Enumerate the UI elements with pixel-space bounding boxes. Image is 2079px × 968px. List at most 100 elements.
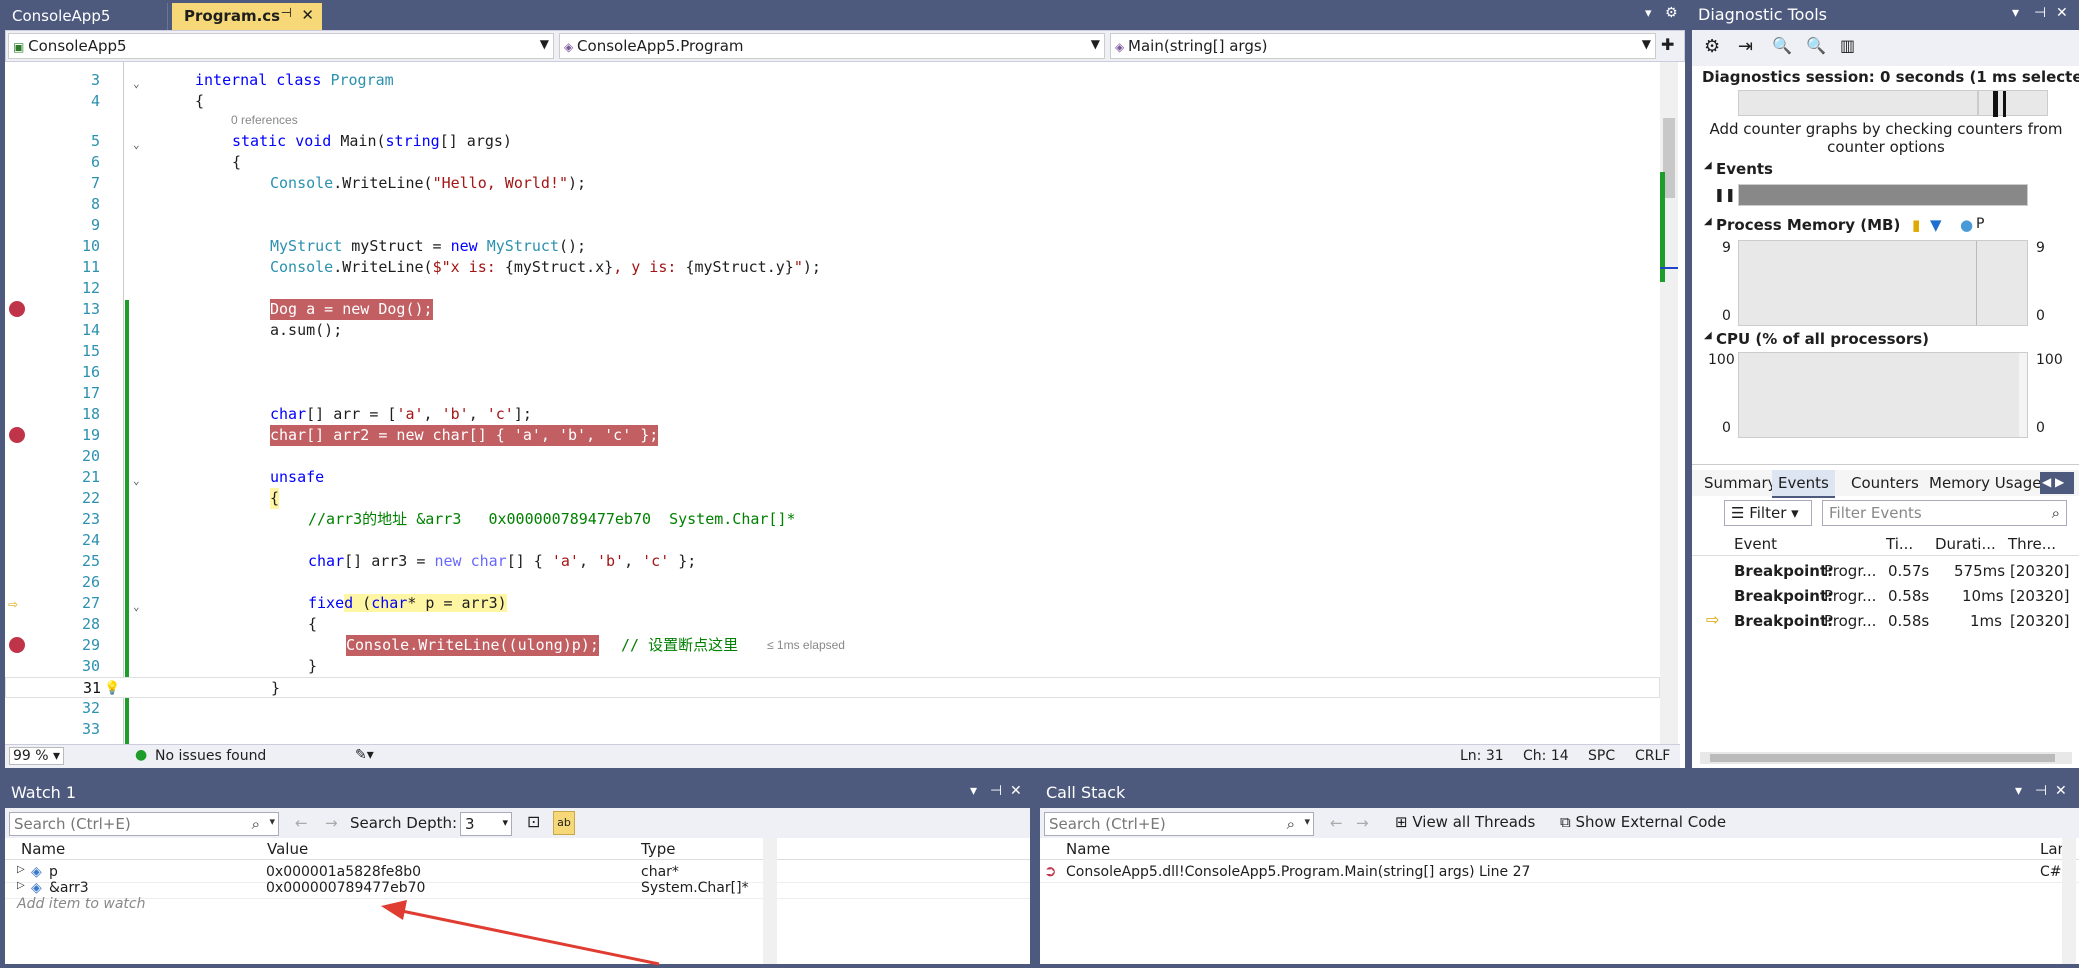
tab-events[interactable]: Events — [1772, 470, 1835, 498]
gear-icon[interactable]: ⚙ — [1665, 5, 1678, 21]
event-row[interactable]: ⇨ Breakpoint: Progr... 0.58s 1ms [20320] — [1692, 610, 2079, 632]
collapse-icon[interactable]: ◢ — [1704, 216, 1712, 227]
col-duration[interactable]: Durati... — [1935, 535, 1996, 553]
chevron-down-icon[interactable]: ▾ — [970, 783, 977, 799]
pin-watch-icon[interactable]: ⊡ — [527, 812, 540, 831]
annotation-arrow — [381, 900, 660, 966]
frame-name: ConsoleApp5.dll!ConsoleApp5.Program.Main… — [1066, 864, 1531, 880]
vertical-scrollbar[interactable] — [2062, 838, 2076, 964]
search-depth-dropdown[interactable]: 3 ▾ — [460, 812, 512, 836]
timeline-ruler[interactable]: 584ms — [1738, 90, 2020, 116]
whitespace-mode[interactable]: SPC — [1588, 748, 1615, 764]
pin-icon[interactable]: ⊣ — [281, 6, 292, 21]
tab-summary[interactable]: Summary — [1704, 474, 1777, 492]
col-time[interactable]: Ti... — [1886, 535, 1913, 553]
chart-icon[interactable]: ▥ — [1840, 36, 1855, 55]
collapse-icon[interactable]: ◢ — [1704, 330, 1712, 341]
watch-search-input[interactable]: Search (Ctrl+E) ⌕ ▾ — [9, 812, 279, 836]
chevron-down-icon[interactable]: ▾ — [2012, 5, 2019, 21]
back-arrow-icon[interactable]: ← — [295, 814, 308, 832]
vertical-scrollbar[interactable] — [763, 838, 777, 964]
events-track[interactable] — [1738, 184, 2028, 206]
event-name: Breakpoint: — [1734, 562, 1834, 580]
vertical-scrollbar[interactable] — [1660, 62, 1678, 744]
col-name[interactable]: Name — [1066, 840, 1110, 858]
callstack-search-input[interactable]: Search (Ctrl+E) ⌕ ▾ — [1044, 812, 1314, 836]
member-dropdown[interactable]: ◈ Main(string[] args) ▼ — [1110, 33, 1656, 59]
export-icon[interactable]: ⇥ — [1738, 36, 1753, 57]
code-line-current: 31 💡} — [5, 677, 1660, 698]
lightbulb-icon[interactable]: 💡 — [104, 678, 120, 699]
code-line: 3 ⌄ internal class Program — [90, 71, 394, 90]
close-icon[interactable]: ✕ — [301, 6, 314, 24]
counter-hint: Add counter graphs by checking counters … — [1709, 120, 2063, 156]
breakpoint-icon[interactable] — [9, 301, 25, 317]
col-thread[interactable]: Thre... — [2008, 535, 2056, 553]
view-all-threads-button[interactable]: ⊞ View all Threads — [1395, 813, 1535, 831]
tab-counters[interactable]: Counters — [1851, 474, 1919, 492]
collapse-icon[interactable]: ◢ — [1704, 160, 1712, 171]
horizontal-scrollbar[interactable] — [1700, 752, 2072, 764]
zoom-dropdown[interactable]: 99 % ▾ — [9, 747, 65, 765]
filter-button[interactable]: ☰ Filter ▾ — [1724, 500, 1812, 526]
code-line: 12 — [81, 279, 100, 297]
timeline-selection[interactable] — [1978, 90, 2048, 117]
codelens[interactable]: 0 references — [5, 110, 1660, 127]
memory-legend-label: P — [1976, 216, 1985, 232]
forward-arrow-icon[interactable]: → — [1356, 814, 1369, 832]
code-area[interactable]: 3 ⌄ internal class Program 4{ 0 references… — [5, 62, 1660, 744]
event-row[interactable]: Breakpoint: Progr... 0.58s 10ms [20320] — [1692, 585, 2079, 607]
callstack-row[interactable]: ➲ ConsoleApp5.dll!ConsoleApp5.Program.Mai… — [1040, 862, 2079, 883]
tab-program-cs[interactable]: Program.cs ⊣ ✕ — [172, 3, 322, 30]
private-bytes-legend-icon: ● — [1960, 216, 1974, 234]
tab-consoleapp5[interactable]: ConsoleApp5 — [0, 3, 168, 30]
type-dropdown[interactable]: ◈ ConsoleApp5.Program ▼ — [559, 33, 1105, 59]
col-type[interactable]: Type — [641, 840, 675, 858]
code-line: 6{ — [90, 153, 242, 171]
line-ending[interactable]: CRLF — [1635, 748, 1670, 764]
hex-display-icon[interactable]: ab — [553, 811, 575, 835]
event-duration: 1ms — [1970, 612, 2002, 630]
cpu-heading: CPU (% of all processors) — [1716, 330, 1930, 348]
pin-icon[interactable]: ⊣ — [2035, 783, 2047, 799]
chevron-down-icon[interactable]: ▾ — [2015, 783, 2022, 799]
breakpoint-icon[interactable] — [9, 427, 25, 443]
close-icon[interactable]: ✕ — [2056, 5, 2068, 21]
breakpoint-icon[interactable] — [9, 637, 25, 653]
expand-icon[interactable]: ▷ — [17, 864, 25, 875]
close-icon[interactable]: ✕ — [1010, 783, 1022, 799]
expand-icon[interactable]: ▷ — [17, 880, 25, 891]
show-external-code-button[interactable]: ⧉ Show External Code — [1560, 813, 1726, 831]
filter-events-input[interactable]: Filter Events ⌕ — [1822, 500, 2067, 526]
tab-memory-usage[interactable]: Memory Usage — [1929, 474, 2042, 492]
col-event[interactable]: Event — [1734, 535, 1777, 553]
event-name: Breakpoint: — [1734, 587, 1834, 605]
pause-icon[interactable]: ❚❚ — [1714, 188, 1736, 203]
forward-arrow-icon[interactable]: → — [325, 814, 338, 832]
search-depth-label: Search Depth: — [350, 814, 458, 832]
close-icon[interactable]: ✕ — [2055, 783, 2067, 799]
scrollbar-thumb[interactable] — [1710, 754, 2055, 762]
tab-scroll-arrows-icon[interactable]: ◀ ▶ — [2040, 472, 2074, 494]
gear-icon[interactable]: ⚙ — [1704, 36, 1720, 57]
back-arrow-icon[interactable]: ← — [1330, 814, 1343, 832]
project-dropdown[interactable]: ▣ ConsoleApp5 ▼ — [8, 33, 554, 59]
col-name[interactable]: Name — [21, 840, 65, 858]
chevron-down-icon[interactable]: ▾ — [1645, 6, 1652, 21]
code-line: 24 — [81, 531, 100, 549]
pin-icon[interactable]: ⊣ — [2034, 5, 2046, 21]
zoom-out-icon[interactable]: 🔍 — [1806, 36, 1826, 55]
diagnostic-tools-pane: Diagnostic Tools ▾ ⊣ ✕ ⚙ ⇥ 🔍 🔍 ▥ Diagnostic… — [1692, 0, 2079, 768]
brush-icon[interactable]: ✎▾ — [355, 747, 374, 763]
cpu-graph[interactable] — [1738, 352, 2028, 438]
search-depth-value: 3 — [465, 815, 475, 833]
issues-status[interactable]: No issues found — [155, 748, 266, 764]
event-row[interactable]: Breakpoint: Progr... 0.57s 575ms [20320] — [1692, 560, 2079, 582]
zoom-in-icon[interactable]: 🔍 — [1772, 36, 1792, 55]
split-icon[interactable]: ✚ — [1661, 35, 1674, 54]
project-name: ConsoleApp5 — [28, 37, 127, 55]
watch-toolbar: Search (Ctrl+E) ⌕ ▾ ← → Search Depth: 3 ▾ ⊡… — [5, 808, 1030, 838]
pin-icon[interactable]: ⊣ — [990, 783, 1002, 799]
col-value[interactable]: Value — [267, 840, 308, 858]
memory-graph[interactable] — [1738, 240, 2028, 326]
